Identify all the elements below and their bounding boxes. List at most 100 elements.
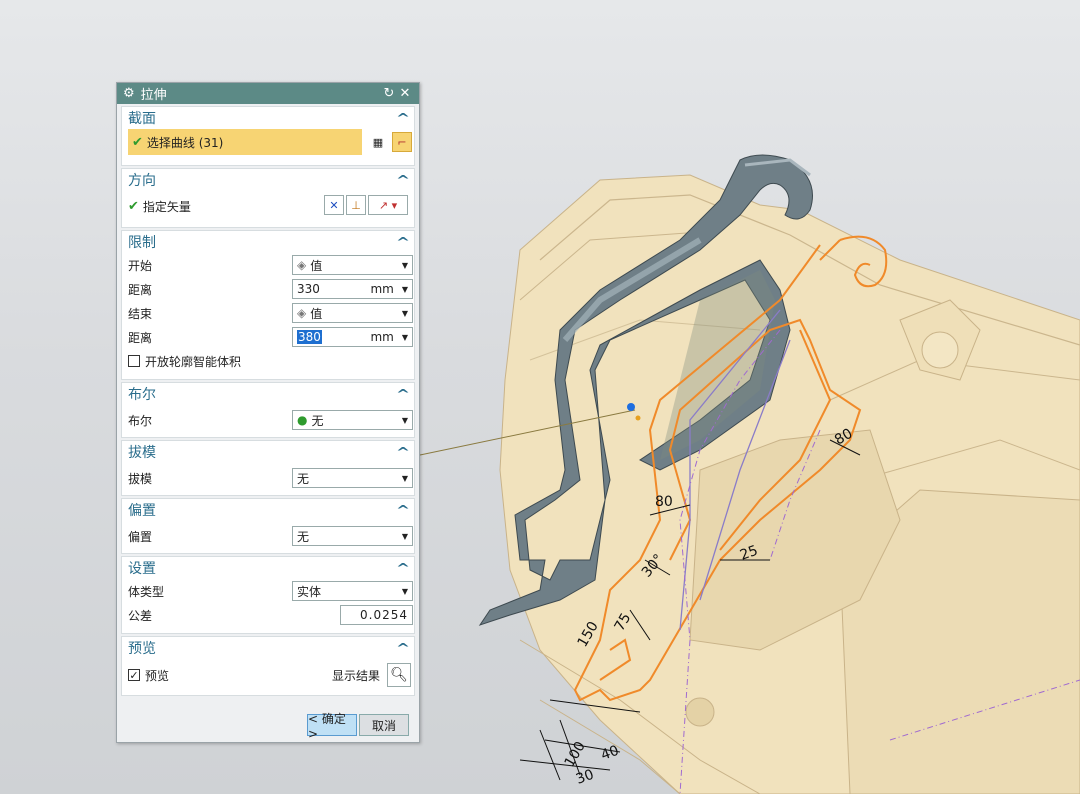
dropdown-arrow-icon: ▼ bbox=[401, 586, 408, 596]
chevron-up-icon[interactable]: ^ bbox=[396, 235, 410, 249]
dimension-label-40[interactable]: 40 bbox=[599, 743, 621, 764]
cube-icon: ◈ bbox=[297, 306, 307, 320]
end-distance-value[interactable]: 380 bbox=[297, 330, 322, 344]
group-offset: 偏置 ^ 偏置 无 ▼ bbox=[121, 498, 415, 554]
start-type-dropdown[interactable]: ◈ 值 ▼ bbox=[292, 255, 413, 275]
preview-checkbox[interactable]: ✓ bbox=[128, 669, 140, 682]
draft-value: 无 bbox=[297, 471, 310, 486]
cube-icon: ◈ bbox=[297, 258, 307, 272]
end-distance-field[interactable]: 380 mm ▼ bbox=[292, 327, 413, 347]
offset-label: 偏置 bbox=[128, 529, 153, 544]
group-section: 截面 ^ ✔ 选择曲线 (31) ▦ ⌐ bbox=[121, 106, 415, 166]
chevron-up-icon[interactable]: ^ bbox=[396, 387, 410, 401]
open-profile-label: 开放轮廓智能体积 bbox=[145, 354, 242, 369]
gear-icon: ⚙ bbox=[123, 86, 135, 101]
offset-dropdown[interactable]: 无 ▼ bbox=[292, 526, 413, 546]
end-label: 结束 bbox=[128, 306, 153, 321]
group-limits: 限制 ^ 开始 ◈ 值 ▼ 距离 330 mm ▼ 结束 ◈ 值 ▼ 距离 38… bbox=[121, 230, 415, 380]
chevron-up-icon[interactable]: ^ bbox=[396, 503, 410, 517]
start-unit: mm bbox=[370, 282, 394, 296]
dimension-label-30[interactable]: 30 bbox=[574, 767, 596, 788]
group-limits-header[interactable]: 限制 ^ bbox=[122, 231, 414, 253]
group-section-title: 截面 bbox=[128, 111, 156, 127]
group-direction: 方向 ^ ✔ 指定矢量 ✕ ⊥ ↗ ▾ bbox=[121, 168, 415, 228]
group-direction-header[interactable]: 方向 ^ bbox=[122, 169, 414, 191]
show-result-label: 显示结果 bbox=[332, 668, 381, 683]
vector-type-dropdown[interactable]: ↗ ▾ bbox=[368, 195, 408, 215]
group-draft-header[interactable]: 拔模 ^ bbox=[122, 441, 414, 463]
extrude-dialog: ⚙ 拉伸 ↻ ✕ 截面 ^ ✔ 选择曲线 (31) ▦ ⌐ 方向 ^ ✔ 指定矢… bbox=[116, 82, 420, 743]
select-curve-label: 选择曲线 (31) bbox=[146, 135, 224, 150]
chevron-up-icon[interactable]: ^ bbox=[396, 641, 410, 655]
dialog-titlebar[interactable]: ⚙ 拉伸 ↻ ✕ bbox=[117, 83, 419, 104]
close-icon[interactable]: ✕ bbox=[397, 86, 413, 101]
chevron-up-icon[interactable]: ^ bbox=[396, 445, 410, 459]
boolean-label: 布尔 bbox=[128, 413, 153, 428]
reset-icon[interactable]: ↻ bbox=[381, 86, 397, 101]
curve-select-icon[interactable]: ⌐ bbox=[392, 132, 412, 152]
group-offset-header[interactable]: 偏置 ^ bbox=[122, 499, 414, 521]
group-section-header[interactable]: 截面 ^ bbox=[122, 107, 414, 129]
offset-value: 无 bbox=[297, 529, 310, 544]
boolean-none-icon: ● bbox=[297, 413, 308, 427]
cancel-button[interactable]: 取消 bbox=[359, 714, 409, 736]
group-settings-title: 设置 bbox=[128, 561, 156, 577]
group-draft-title: 拔模 bbox=[128, 445, 156, 461]
draft-dropdown[interactable]: 无 ▼ bbox=[292, 468, 413, 488]
body-type-value: 实体 bbox=[297, 584, 322, 599]
tolerance-label: 公差 bbox=[128, 608, 153, 623]
end-distance-label: 距离 bbox=[128, 330, 153, 345]
dimension-label-80-a[interactable]: 80 bbox=[655, 494, 673, 510]
boolean-value: 无 bbox=[311, 413, 324, 428]
end-type-value: 值 bbox=[310, 306, 323, 321]
group-draft: 拔模 ^ 拔模 无 ▼ bbox=[121, 440, 415, 496]
group-offset-title: 偏置 bbox=[128, 503, 156, 519]
sketch-section-icon[interactable]: ▦ bbox=[368, 132, 388, 152]
group-preview-header[interactable]: 预览 ^ bbox=[122, 637, 414, 659]
preview-label: 预览 bbox=[145, 668, 170, 683]
dropdown-arrow-icon: ▼ bbox=[401, 531, 408, 541]
dialog-title: 拉伸 bbox=[140, 88, 167, 103]
boolean-dropdown[interactable]: ● 无 ▼ bbox=[292, 410, 413, 430]
dropdown-arrow-icon: ▼ bbox=[401, 415, 408, 425]
dropdown-arrow-icon[interactable]: ▼ bbox=[402, 285, 408, 294]
tolerance-field[interactable]: 0.0254 bbox=[340, 605, 413, 625]
show-result-magnifier-icon[interactable]: 🔍︎ bbox=[387, 663, 411, 687]
dropdown-arrow-icon: ▼ bbox=[401, 260, 408, 270]
group-preview: 预览 ^ ✓ 预览 显示结果 🔍︎ bbox=[121, 636, 415, 696]
chevron-up-icon[interactable]: ^ bbox=[396, 561, 410, 575]
chevron-up-icon[interactable]: ^ bbox=[396, 111, 410, 125]
dropdown-arrow-icon: ▼ bbox=[401, 308, 408, 318]
vector-dialog-icon[interactable]: ⊥ bbox=[346, 195, 366, 215]
start-type-value: 值 bbox=[310, 258, 323, 273]
draft-label: 拔模 bbox=[128, 471, 153, 486]
check-icon: ✔ bbox=[128, 198, 139, 214]
dropdown-arrow-icon: ▼ bbox=[401, 473, 408, 483]
group-direction-title: 方向 bbox=[128, 173, 156, 189]
start-label: 开始 bbox=[128, 258, 153, 273]
start-distance-value[interactable]: 330 bbox=[297, 282, 367, 296]
check-icon: ✔ bbox=[132, 134, 143, 150]
ok-button[interactable]: < 确定 > bbox=[307, 712, 357, 741]
group-settings: 设置 ^ 体类型 实体 ▼ 公差 0.0254 bbox=[121, 556, 415, 634]
body-type-dropdown[interactable]: 实体 ▼ bbox=[292, 581, 413, 601]
open-profile-checkbox[interactable] bbox=[128, 355, 140, 367]
tolerance-value[interactable]: 0.0254 bbox=[360, 608, 408, 622]
select-curve-row[interactable]: ✔ 选择曲线 (31) bbox=[128, 129, 362, 155]
group-limits-title: 限制 bbox=[128, 235, 156, 251]
body-type-label: 体类型 bbox=[128, 584, 165, 599]
end-unit: mm bbox=[370, 330, 394, 344]
group-preview-title: 预览 bbox=[128, 641, 156, 657]
group-boolean-header[interactable]: 布尔 ^ bbox=[122, 383, 414, 405]
start-distance-label: 距离 bbox=[128, 282, 153, 297]
reverse-direction-icon[interactable]: ✕ bbox=[324, 195, 344, 215]
chevron-up-icon[interactable]: ^ bbox=[396, 173, 410, 187]
group-settings-header[interactable]: 设置 ^ bbox=[122, 557, 414, 579]
specify-vector-label: 指定矢量 bbox=[142, 199, 191, 214]
bucket-model bbox=[499, 174, 1080, 794]
group-boolean: 布尔 ^ 布尔 ● 无 ▼ bbox=[121, 382, 415, 438]
dropdown-arrow-icon[interactable]: ▼ bbox=[402, 333, 408, 342]
end-type-dropdown[interactable]: ◈ 值 ▼ bbox=[292, 303, 413, 323]
group-boolean-title: 布尔 bbox=[128, 387, 156, 403]
start-distance-field[interactable]: 330 mm ▼ bbox=[292, 279, 413, 299]
